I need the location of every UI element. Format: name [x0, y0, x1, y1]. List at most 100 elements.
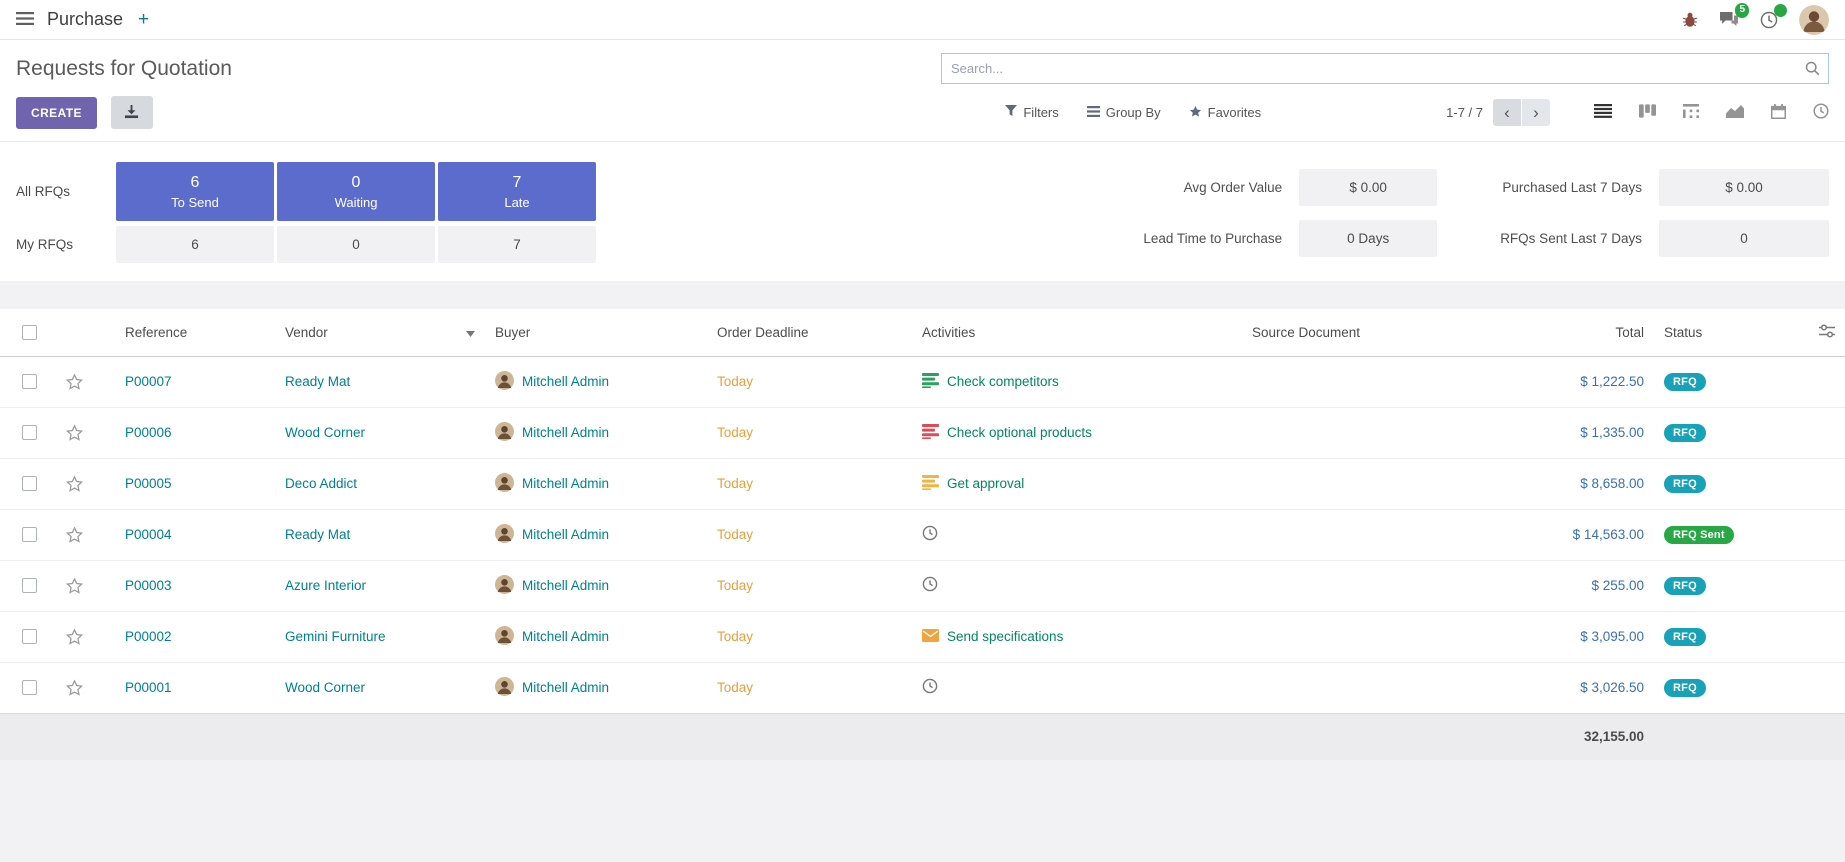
activity-link[interactable]: Check optional products: [947, 425, 1092, 440]
envelope-icon[interactable]: [922, 629, 939, 645]
vendor-link[interactable]: Gemini Furniture: [285, 629, 386, 644]
buyer-link[interactable]: Mitchell Admin: [522, 578, 609, 593]
late-count: 7: [513, 174, 522, 192]
favorites-button[interactable]: Favorites: [1189, 105, 1261, 121]
row-checkbox[interactable]: [22, 425, 37, 440]
messages-icon[interactable]: 5: [1719, 11, 1739, 28]
favorite-star-icon[interactable]: [65, 475, 84, 493]
table-row[interactable]: P00006 Wood Corner Mitchell Admin Today …: [0, 407, 1845, 458]
purchased-last-7-days-label: Purchased Last 7 Days: [1454, 180, 1642, 195]
view-graph-button[interactable]: [1726, 104, 1744, 121]
row-checkbox[interactable]: [22, 374, 37, 389]
pager-value: 1-7 / 7: [1446, 105, 1483, 120]
apps-menu-button[interactable]: [16, 12, 34, 28]
favorite-star-icon[interactable]: [65, 526, 84, 544]
group-by-button[interactable]: Group By: [1087, 105, 1161, 120]
favorite-star-icon[interactable]: [65, 628, 84, 646]
optional-columns-button[interactable]: [1819, 324, 1835, 341]
tile-late[interactable]: 7 Late: [438, 162, 596, 221]
reference-link[interactable]: P00003: [125, 578, 172, 593]
table-row[interactable]: P00004 Ready Mat Mitchell Admin Today $ …: [0, 509, 1845, 560]
total-amount: $ 255.00: [1591, 578, 1644, 593]
column-header-activities[interactable]: Activities: [912, 309, 1242, 356]
reference-link[interactable]: P00001: [125, 680, 172, 695]
reference-link[interactable]: P00002: [125, 629, 172, 644]
vendor-link[interactable]: Ready Mat: [285, 374, 350, 389]
order-deadline: Today: [717, 578, 753, 593]
favorite-star-icon[interactable]: [65, 373, 84, 391]
reference-link[interactable]: P00005: [125, 476, 172, 491]
column-header-buyer[interactable]: Buyer: [485, 309, 707, 356]
buyer-link[interactable]: Mitchell Admin: [522, 476, 609, 491]
create-button[interactable]: CREATE: [16, 97, 97, 129]
favorite-star-icon[interactable]: [65, 577, 84, 595]
buyer-link[interactable]: Mitchell Admin: [522, 425, 609, 440]
my-waiting-count[interactable]: 0: [277, 226, 435, 263]
view-calendar-button[interactable]: [1771, 104, 1786, 122]
favorite-star-icon[interactable]: [65, 424, 84, 442]
table-row[interactable]: P00003 Azure Interior Mitchell Admin Tod…: [0, 560, 1845, 611]
buyer-link[interactable]: Mitchell Admin: [522, 629, 609, 644]
buyer-link[interactable]: Mitchell Admin: [522, 680, 609, 695]
select-all-checkbox[interactable]: [22, 325, 37, 340]
vendor-link[interactable]: Azure Interior: [285, 578, 366, 593]
new-tab-button[interactable]: +: [138, 10, 149, 29]
tasks-icon[interactable]: [922, 424, 939, 442]
search-input[interactable]: [941, 53, 1829, 84]
export-button[interactable]: [111, 96, 153, 129]
vendor-link[interactable]: Wood Corner: [285, 680, 365, 695]
vendor-link[interactable]: Deco Addict: [285, 476, 357, 491]
filters-button[interactable]: Filters: [1005, 105, 1058, 120]
tasks-icon[interactable]: [922, 373, 939, 391]
table-row[interactable]: P00001 Wood Corner Mitchell Admin Today …: [0, 662, 1845, 713]
row-checkbox[interactable]: [22, 527, 37, 542]
reference-link[interactable]: P00004: [125, 527, 172, 542]
app-name[interactable]: Purchase: [47, 9, 123, 30]
table-row[interactable]: P00007 Ready Mat Mitchell Admin Today Ch…: [0, 356, 1845, 407]
graph-view-icon: [1726, 104, 1744, 121]
vendor-link[interactable]: Wood Corner: [285, 425, 365, 440]
top-navbar: Purchase + 5: [0, 0, 1845, 40]
view-pivot-button[interactable]: [1683, 104, 1699, 121]
column-header-total[interactable]: Total: [1542, 309, 1654, 356]
tasks-icon[interactable]: [922, 475, 939, 493]
view-list-button[interactable]: [1594, 104, 1612, 121]
debug-bug-icon[interactable]: [1682, 12, 1698, 28]
vendor-link[interactable]: Ready Mat: [285, 527, 350, 542]
activities-icon[interactable]: [1760, 11, 1778, 29]
buyer-link[interactable]: Mitchell Admin: [522, 374, 609, 389]
row-checkbox[interactable]: [22, 680, 37, 695]
column-header-reference[interactable]: Reference: [115, 309, 275, 356]
clock-icon[interactable]: [922, 576, 938, 595]
search-icon[interactable]: [1805, 61, 1820, 76]
order-deadline: Today: [717, 425, 753, 440]
tile-to-send[interactable]: 6 To Send: [116, 162, 274, 221]
view-activity-button[interactable]: [1813, 103, 1829, 122]
column-header-source-document[interactable]: Source Document: [1242, 309, 1542, 356]
activity-link[interactable]: Check competitors: [947, 374, 1059, 389]
pager-previous-button[interactable]: ‹: [1493, 99, 1521, 126]
user-avatar[interactable]: [1799, 5, 1829, 35]
reference-link[interactable]: P00007: [125, 374, 172, 389]
table-row[interactable]: P00005 Deco Addict Mitchell Admin Today …: [0, 458, 1845, 509]
my-late-count[interactable]: 7: [438, 226, 596, 263]
my-to-send-count[interactable]: 6: [116, 226, 274, 263]
footer-total: 32,155.00: [1542, 713, 1654, 760]
favorite-star-icon[interactable]: [65, 679, 84, 697]
row-checkbox[interactable]: [22, 578, 37, 593]
row-checkbox[interactable]: [22, 476, 37, 491]
clock-icon[interactable]: [922, 678, 938, 697]
reference-link[interactable]: P00006: [125, 425, 172, 440]
tile-waiting[interactable]: 0 Waiting: [277, 162, 435, 221]
view-kanban-button[interactable]: [1639, 104, 1656, 121]
activity-link[interactable]: Send specifications: [947, 629, 1063, 644]
column-header-order-deadline[interactable]: Order Deadline: [707, 309, 912, 356]
buyer-link[interactable]: Mitchell Admin: [522, 527, 609, 542]
table-row[interactable]: P00002 Gemini Furniture Mitchell Admin T…: [0, 611, 1845, 662]
column-header-status[interactable]: Status: [1654, 309, 1779, 356]
clock-icon[interactable]: [922, 525, 938, 544]
activity-link[interactable]: Get approval: [947, 476, 1024, 491]
pager-next-button[interactable]: ›: [1522, 99, 1550, 126]
row-checkbox[interactable]: [22, 629, 37, 644]
column-header-vendor[interactable]: Vendor: [275, 309, 485, 356]
